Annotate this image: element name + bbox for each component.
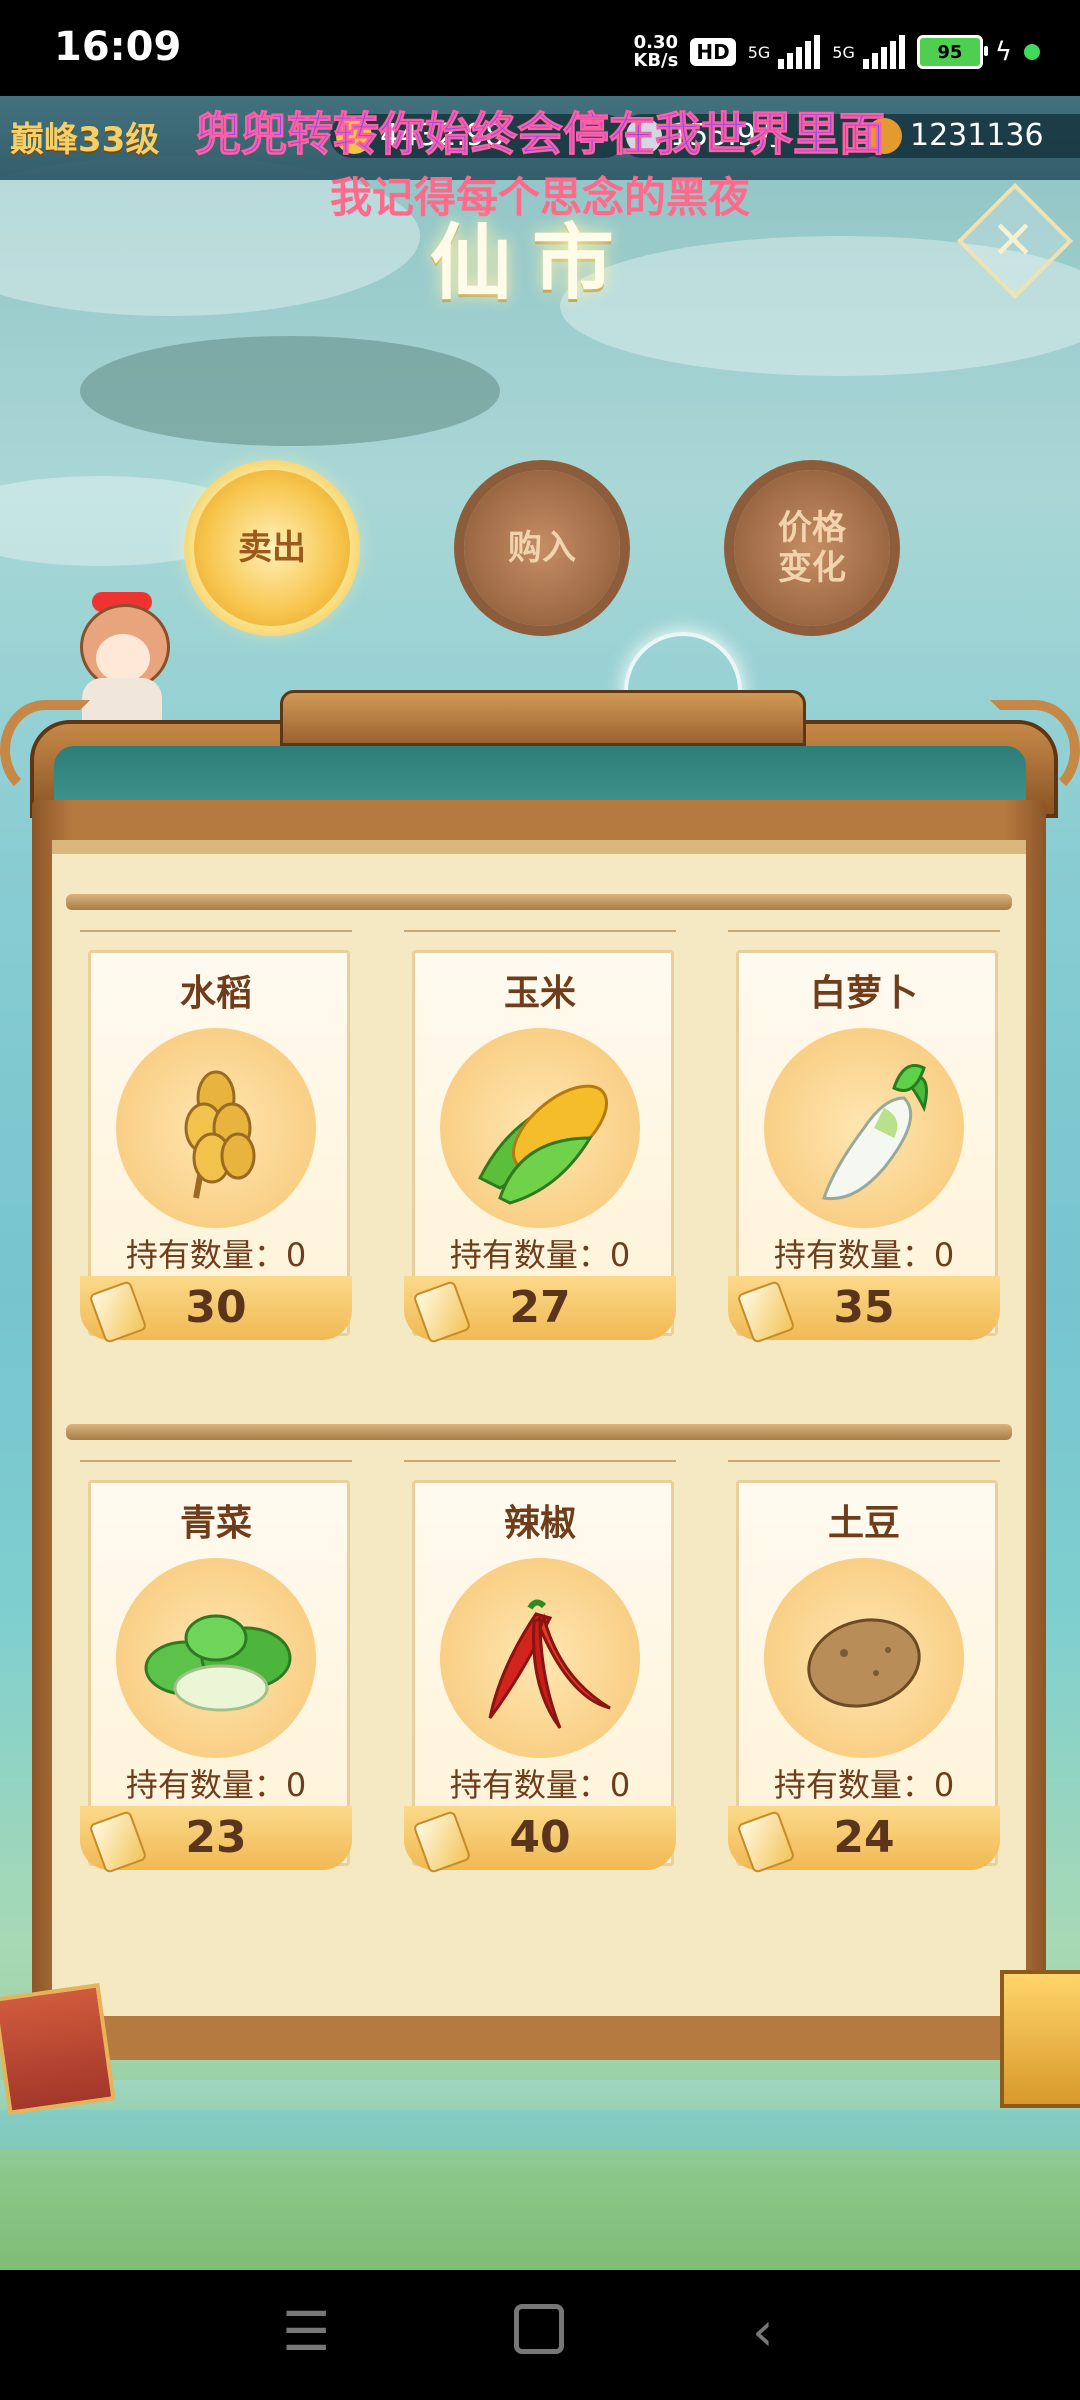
item-card-radish[interactable]: 白萝卜 持有数量：0 35 <box>728 930 1000 1360</box>
battery-icon: 95 <box>916 35 988 69</box>
privacy-dot-icon <box>1024 44 1040 60</box>
item-card-bok-choy[interactable]: 青菜 持有数量：0 23 <box>80 1460 352 1890</box>
item-name: 白萝卜 <box>809 973 918 1014</box>
charging-icon: ϟ <box>994 37 1012 67</box>
potato-icon <box>764 1558 964 1758</box>
owned-count: 持有数量：0 <box>773 1236 955 1274</box>
menu-icon[interactable]: ☰ <box>282 2300 330 2363</box>
signal-2-icon <box>862 35 905 69</box>
page-title: 仙市 <box>430 216 635 311</box>
signal-2-label: 5G <box>832 42 855 62</box>
radish-icon <box>764 1028 964 1228</box>
owned-count: 持有数量：0 <box>449 1236 631 1274</box>
lyric-line-1: 兜兜转转你始终会停在我世界里面 <box>195 107 886 162</box>
bok-choy-icon <box>116 1558 316 1758</box>
tab-buy[interactable]: 购入 <box>464 470 620 626</box>
back-icon[interactable]: ‹ <box>752 2300 774 2363</box>
owned-count: 持有数量：0 <box>125 1766 307 1804</box>
gift-box-icon[interactable] <box>0 1983 116 2115</box>
item-card-corn[interactable]: 玉米 持有数量：0 27 <box>404 930 676 1360</box>
item-name: 青菜 <box>179 1503 252 1544</box>
owned-count: 持有数量：0 <box>449 1766 631 1804</box>
item-card-potato[interactable]: 土豆 持有数量：0 24 <box>728 1460 1000 1890</box>
item-price: 24 <box>833 1812 895 1863</box>
net-speed: 0.30 KB/s <box>633 32 679 71</box>
item-name: 玉米 <box>503 973 576 1014</box>
gift-box-icon[interactable] <box>1000 1970 1080 2108</box>
item-name: 辣椒 <box>503 1503 576 1544</box>
corn-icon <box>440 1028 640 1228</box>
hanging-rod <box>66 894 1012 910</box>
item-card-rice[interactable]: 水稻 持有数量：0 30 <box>80 930 352 1360</box>
item-name: 水稻 <box>179 973 252 1014</box>
signal-1-icon <box>778 35 821 69</box>
item-name: 土豆 <box>827 1503 900 1544</box>
signal-1-label: 5G <box>747 42 771 62</box>
item-card-chili[interactable]: 辣椒 持有数量：0 40 <box>404 1460 676 1890</box>
shop-panel-band <box>52 840 1026 854</box>
owned-count: 持有数量：0 <box>773 1766 955 1804</box>
item-price: 27 <box>509 1282 571 1333</box>
item-price: 30 <box>185 1282 247 1333</box>
home-icon[interactable] <box>514 2304 564 2354</box>
item-price: 35 <box>833 1282 895 1333</box>
hanging-rod <box>66 1424 1012 1440</box>
status-time: 16:09 <box>54 24 182 70</box>
ground-scenery <box>0 2080 1080 2270</box>
chili-icon <box>440 1558 640 1758</box>
rice-icon <box>116 1028 316 1228</box>
tab-sell[interactable]: 卖出 <box>194 470 350 626</box>
owned-count: 持有数量：0 <box>125 1236 307 1274</box>
item-price: 40 <box>509 1812 571 1863</box>
status-icons: 0.30 KB/s HD 5G 5G 95 ϟ <box>633 32 1040 72</box>
item-price: 23 <box>185 1812 247 1863</box>
water-scenery <box>0 2110 1080 2150</box>
hd-badge: HD <box>690 38 736 66</box>
tab-price-change[interactable]: 价格 变化 <box>734 470 890 626</box>
close-icon[interactable]: × <box>978 208 1048 268</box>
